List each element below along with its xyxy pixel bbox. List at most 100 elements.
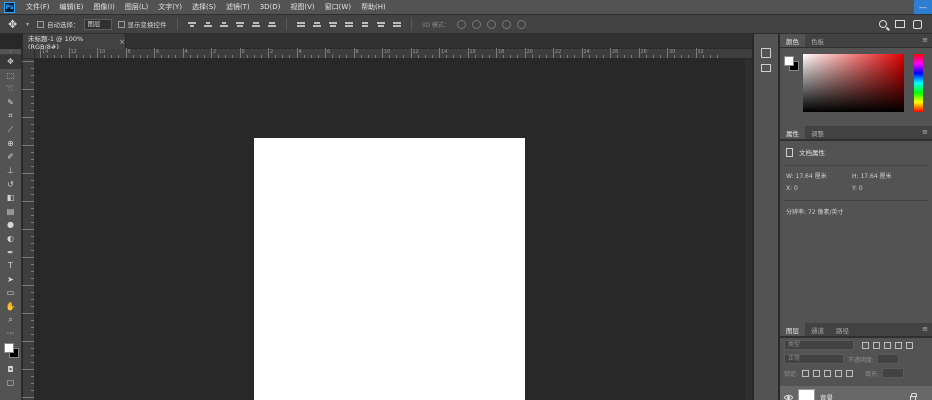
x-value[interactable]: X: 0 [786, 185, 852, 192]
color-swatches[interactable] [0, 340, 21, 362]
align-vcenter-icon[interactable] [203, 19, 213, 29]
brush-tool-icon[interactable]: ✐ [0, 150, 21, 164]
fill-input[interactable] [882, 368, 905, 378]
menu-select[interactable]: 选择(S) [187, 0, 221, 14]
lock-artboard-icon[interactable] [835, 369, 843, 377]
align-bottom-icon[interactable] [219, 19, 229, 29]
distribute-right-icon[interactable] [376, 19, 386, 29]
move-tool-icon[interactable]: ✥ [8, 18, 26, 31]
crop-tool-icon[interactable]: ⌗ [0, 109, 21, 123]
height-value[interactable]: H: 17.64 厘米 [852, 171, 918, 180]
document-canvas[interactable] [254, 138, 525, 400]
tab-channels[interactable]: 通道 [805, 323, 830, 336]
history-brush-tool-icon[interactable]: ↺ [0, 177, 21, 191]
clone-stamp-tool-icon[interactable]: ⊥ [0, 164, 21, 178]
auto-select-checkbox[interactable] [37, 20, 45, 28]
auto-align-icon[interactable] [392, 19, 402, 29]
menu-window[interactable]: 窗口(W) [320, 0, 356, 14]
align-left-icon[interactable] [235, 19, 245, 29]
eye-icon[interactable] [784, 394, 793, 400]
vertical-ruler[interactable] [22, 49, 35, 400]
pen-tool-icon[interactable]: ✒ [0, 245, 21, 259]
menu-filter[interactable]: 滤镜(T) [221, 0, 255, 14]
more-tools-icon[interactable]: ··· [0, 327, 21, 341]
lock-pixels-icon[interactable] [802, 369, 810, 377]
panel-menu-icon[interactable]: ≡ [922, 325, 928, 333]
opacity-input[interactable] [877, 354, 900, 364]
tab-properties[interactable]: 属性 [780, 126, 805, 139]
align-hcenter-icon[interactable] [251, 19, 261, 29]
filter-shape-icon[interactable] [895, 341, 902, 349]
3d-slide-icon[interactable] [501, 19, 511, 29]
zoom-tool-icon[interactable]: ⌕ [0, 313, 21, 327]
color-spectrum-picker[interactable] [803, 54, 904, 112]
screen-mode-icon[interactable]: ▢ [0, 376, 21, 390]
3d-pan-icon[interactable] [486, 19, 496, 29]
distribute-left-icon[interactable] [344, 19, 354, 29]
ruler-corner[interactable] [23, 49, 35, 59]
workspace-icon[interactable] [895, 20, 905, 28]
lock-position-icon[interactable] [824, 369, 832, 377]
menu-layer[interactable]: 图层(L) [120, 0, 153, 14]
distribute-top-icon[interactable] [296, 19, 306, 29]
search-icon[interactable] [879, 20, 887, 28]
lasso-tool-icon[interactable]: ➰ [0, 82, 21, 96]
y-value[interactable]: Y: 0 [852, 185, 918, 192]
rectangle-tool-icon[interactable]: ▭ [0, 286, 21, 300]
align-right-icon[interactable] [267, 19, 277, 29]
distribute-hcenter-icon[interactable] [360, 19, 370, 29]
tab-adjustments[interactable]: 调整 [805, 126, 830, 139]
tab-layers[interactable]: 图层 [780, 323, 805, 336]
blend-mode-dropdown[interactable]: 正常 [784, 354, 844, 364]
chevron-down-icon[interactable]: ▾ [26, 21, 29, 28]
eyedropper-tool-icon[interactable]: ⟋ [0, 123, 21, 137]
blur-tool-icon[interactable]: ● [0, 218, 21, 232]
align-top-icon[interactable] [187, 19, 197, 29]
menu-help[interactable]: 帮助(H) [356, 0, 391, 14]
panel-menu-icon[interactable]: ≡ [922, 36, 928, 44]
tab-color[interactable]: 颜色 [780, 34, 805, 47]
eraser-tool-icon[interactable]: ◧ [0, 191, 21, 205]
menu-type[interactable]: 文字(Y) [153, 0, 187, 14]
foreground-color-swatch[interactable] [4, 343, 14, 354]
move-tool-icon[interactable]: ✥ [0, 55, 21, 69]
menu-view[interactable]: 视图(V) [285, 0, 319, 14]
gradient-tool-icon[interactable]: ▤ [0, 205, 21, 219]
layer-row[interactable]: 背景 [780, 386, 932, 400]
properties-panel-icon[interactable] [761, 64, 771, 72]
filter-adjustment-icon[interactable] [873, 341, 880, 349]
path-select-tool-icon[interactable]: ➤ [0, 273, 21, 287]
hue-slider[interactable] [914, 54, 923, 112]
panel-menu-icon[interactable]: ≡ [922, 128, 928, 136]
type-tool-icon[interactable]: T [0, 259, 21, 273]
auto-select-dropdown[interactable]: 图层 [83, 18, 112, 30]
show-transform-checkbox[interactable] [117, 20, 125, 28]
window-minimize-button[interactable]: — [914, 0, 932, 14]
layer-filter-dropdown[interactable]: 类型 [784, 340, 854, 350]
hand-tool-icon[interactable]: ✋ [0, 300, 21, 314]
menu-edit[interactable]: 编辑(E) [55, 0, 89, 14]
filter-smart-object-icon[interactable] [906, 341, 913, 349]
distribute-vcenter-icon[interactable] [312, 19, 322, 29]
3d-scale-icon[interactable] [516, 19, 526, 29]
quick-select-tool-icon[interactable]: ✎ [0, 96, 21, 110]
history-panel-icon[interactable] [761, 48, 771, 58]
filter-pixel-icon[interactable] [862, 341, 869, 349]
lock-icon[interactable] [910, 393, 917, 400]
share-icon[interactable] [913, 19, 922, 29]
horizontal-ruler[interactable]: 14 12 10 8 6 4 2 0 2 4 6 8 10 12 14 16 18 20 22 24 26 28 30 32 [35, 48, 752, 59]
healing-brush-tool-icon[interactable]: ⊕ [0, 137, 21, 151]
vertical-scrollbar[interactable] [745, 60, 752, 400]
tab-swatches[interactable]: 色板 [805, 34, 830, 47]
foreground-color-swatch[interactable] [784, 56, 794, 66]
lock-all-icon[interactable] [846, 369, 854, 377]
menu-3d[interactable]: 3D(D) [255, 0, 286, 14]
document-tab[interactable]: 未标题-1 @ 100%(RGB/8#) × [23, 34, 126, 51]
filter-type-icon[interactable] [884, 341, 891, 349]
quick-mask-icon[interactable]: ◘ [0, 362, 21, 376]
menu-image[interactable]: 图像(I) [88, 0, 120, 14]
lock-paint-icon[interactable] [813, 369, 821, 377]
menu-file[interactable]: 文件(F) [21, 0, 55, 14]
marquee-tool-icon[interactable]: ⬚ [0, 69, 21, 83]
close-icon[interactable]: × [119, 38, 125, 46]
